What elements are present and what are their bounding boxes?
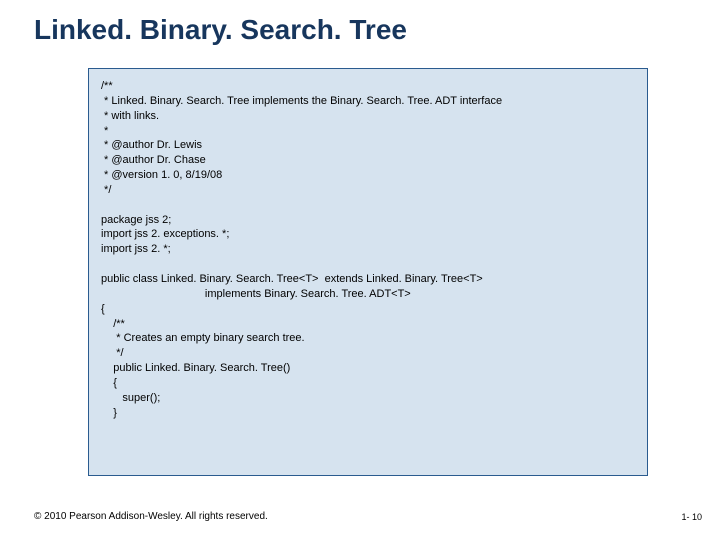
page-title: Linked. Binary. Search. Tree (34, 14, 407, 46)
page-number: 1- 10 (681, 512, 702, 522)
copyright-footer: © 2010 Pearson Addison-Wesley. All right… (34, 511, 268, 522)
code-block: /** * Linked. Binary. Search. Tree imple… (88, 68, 648, 476)
slide: Linked. Binary. Search. Tree /** * Linke… (0, 0, 720, 540)
